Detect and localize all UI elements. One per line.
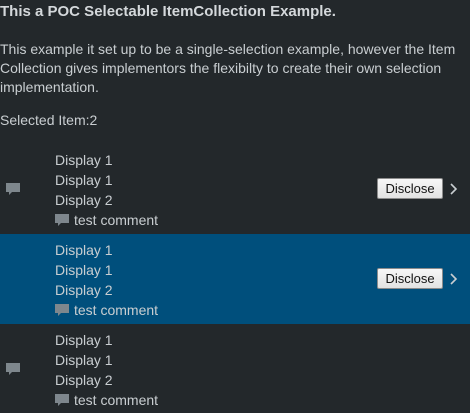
item-line: Display 1 [55,152,113,168]
item-comment-text: test comment [74,392,159,408]
item-collection: Display 1 Display 1 Display 2 test comme… [0,144,470,413]
page-title: This a POC Selectable ItemCollection Exa… [0,3,336,20]
disclose-button[interactable]: Disclose [377,268,443,289]
item-lines: Display 1 Display 1 Display 2 test comme… [55,240,158,320]
item-line: Display 1 [55,262,113,278]
item-line: Display 1 [55,352,113,368]
collection-item[interactable]: Display 1 Display 1 Display 2 test comme… [0,144,470,234]
item-line: Display 1 [55,242,113,258]
item-line: Display 2 [55,192,113,208]
page-description: This example it set up to be a single-se… [0,41,456,95]
item-line: Display 2 [55,282,113,298]
chevron-right-icon[interactable] [449,272,458,286]
chevron-right-icon[interactable] [449,182,458,196]
comment-icon [55,213,69,226]
item-line: Display 1 [55,332,113,348]
item-lines: Display 1 Display 1 Display 2 test comme… [55,330,158,410]
page: This a POC Selectable ItemCollection Exa… [0,0,470,413]
item-comment: test comment [55,210,158,230]
comment-icon [55,303,69,316]
disclose-button[interactable]: Disclose [377,178,443,199]
collection-item[interactable]: Display 1 Display 1 Display 2 test comme… [0,234,470,324]
item-lines: Display 1 Display 1 Display 2 test comme… [55,150,158,230]
comment-icon [55,393,69,406]
item-comment-text: test comment [74,302,159,318]
collection-item[interactable]: Display 1 Display 1 Display 2 test comme… [0,324,470,413]
item-comment: test comment [55,390,158,410]
item-comment: test comment [55,300,158,320]
item-line: Display 1 [55,172,113,188]
selected-item-status: Selected Item:2 [0,112,98,128]
item-line: Display 2 [55,372,113,388]
item-comment-text: test comment [74,212,159,228]
comment-icon [6,183,20,195]
comment-icon [6,363,20,375]
